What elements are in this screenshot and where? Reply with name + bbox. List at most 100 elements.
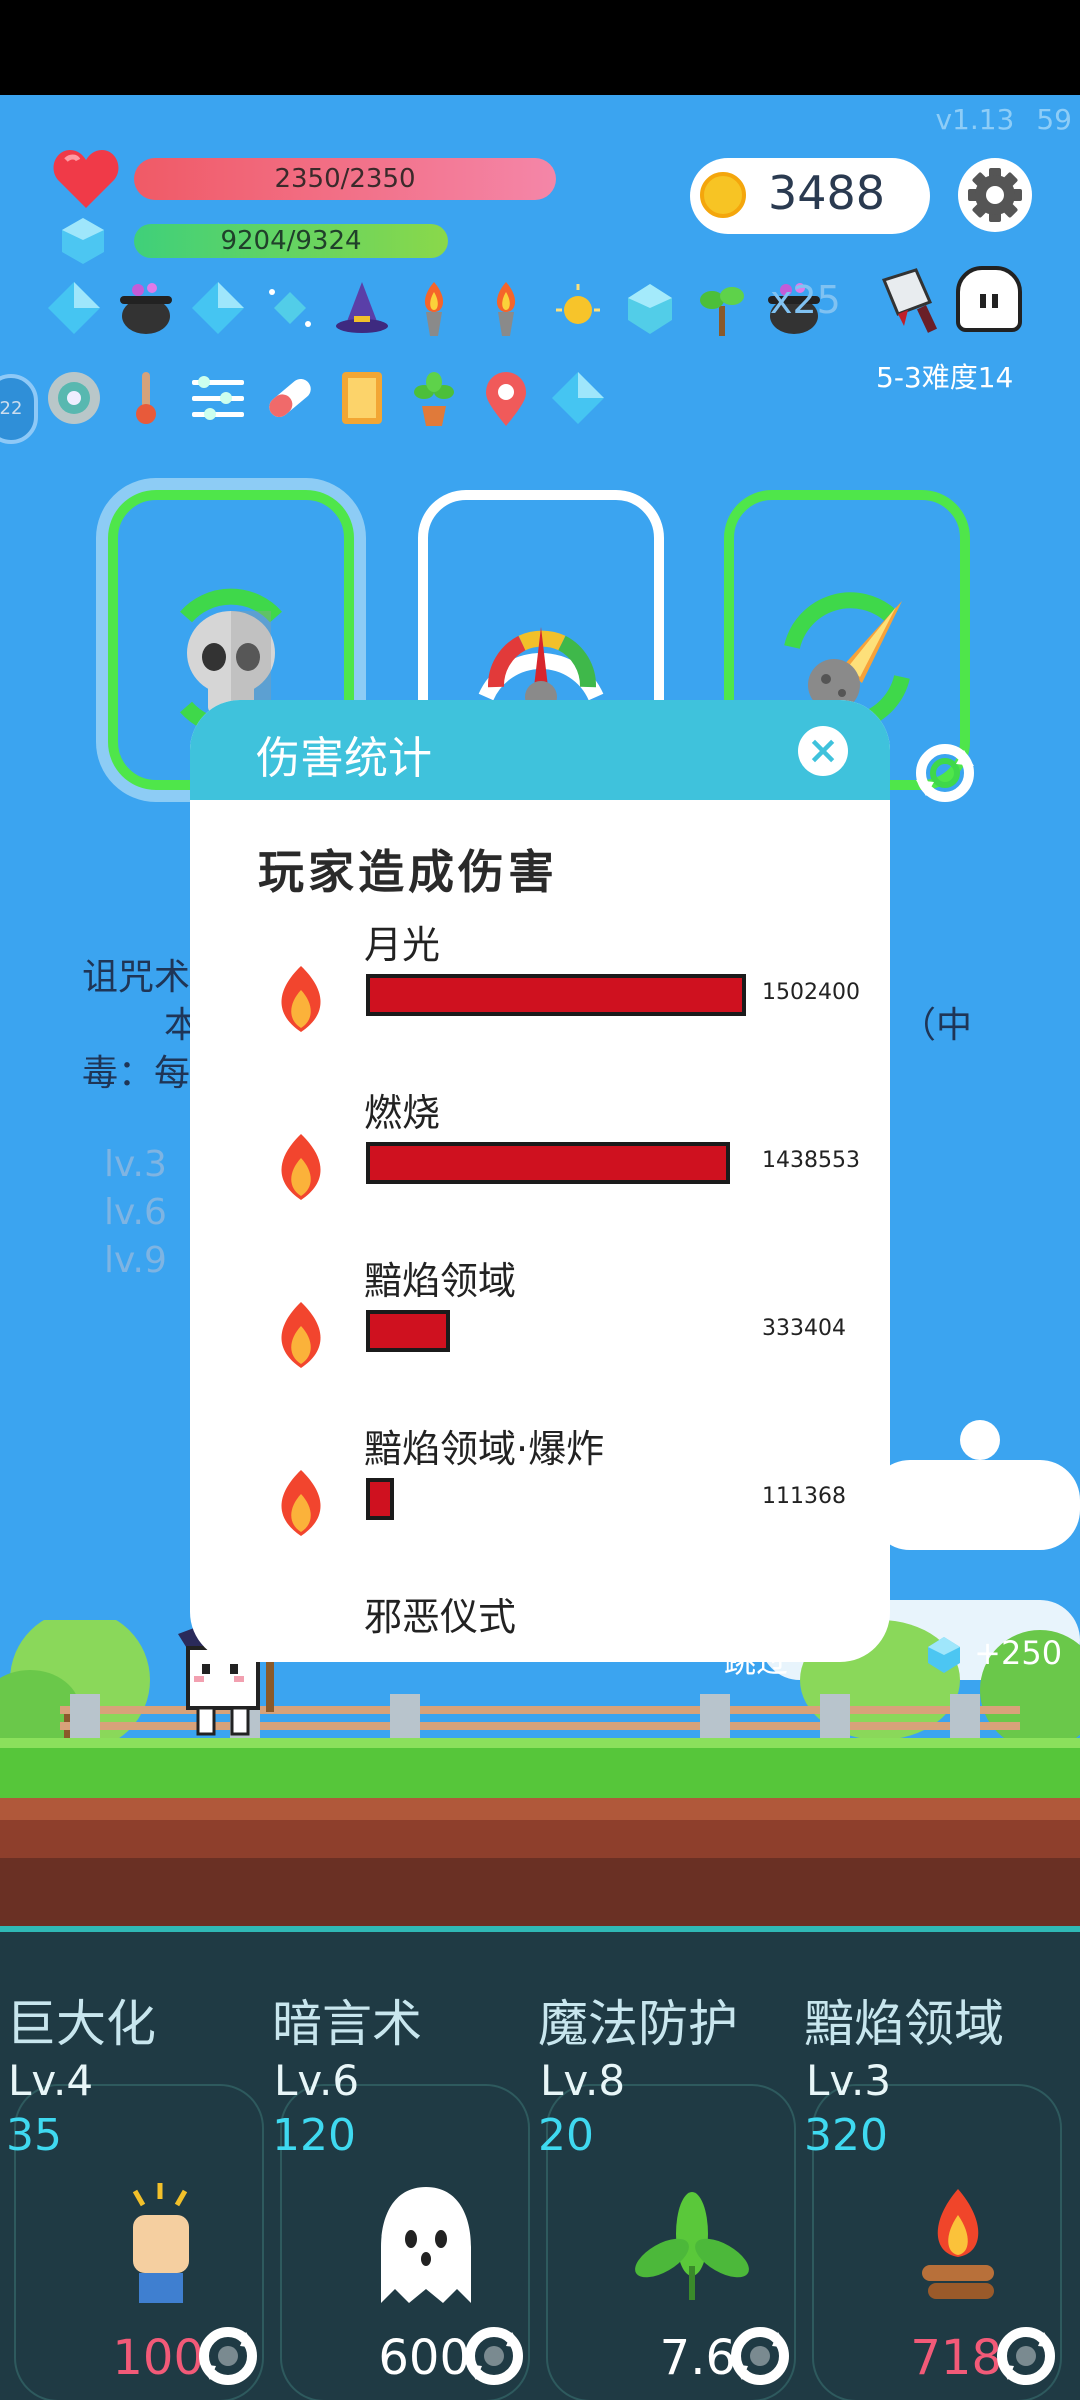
- coin-icon: [700, 172, 746, 218]
- ghost-icon: [366, 2176, 486, 2316]
- damage-value: 1502400: [762, 980, 860, 1005]
- skill-value: 7.6: [659, 2330, 736, 2386]
- skill-value: 718: [910, 2330, 1002, 2386]
- diamond-icon: [542, 362, 614, 434]
- map-pin-icon: [470, 362, 542, 434]
- fist-icon: [100, 2176, 220, 2316]
- cauldron-icon: [110, 272, 182, 344]
- fire-icon: [281, 1134, 321, 1200]
- stack-count: x25: [770, 278, 841, 322]
- campfire-icon: [898, 2176, 1018, 2316]
- close-button[interactable]: ×: [798, 726, 848, 776]
- skill-cost: 20: [538, 2110, 594, 2161]
- buff-row-1: [38, 272, 830, 344]
- target-disc-icon: [38, 362, 110, 434]
- sparkle-gem-icon: [254, 272, 326, 344]
- desc-lv-line: lv.3: [104, 1144, 167, 1185]
- skill-cost: 120: [272, 2110, 356, 2161]
- pill-icon: [254, 362, 326, 434]
- gear-icon[interactable]: [958, 158, 1032, 232]
- skill-level: Lv.3: [806, 2056, 892, 2105]
- panel-header: 伤害统计 ×: [190, 700, 890, 800]
- cleaver-icon: [881, 268, 938, 333]
- desc-lv-line: lv.6: [104, 1192, 167, 1233]
- dirt-ground: [0, 1798, 1080, 1926]
- skill-slot[interactable]: 魔法防护 Lv.8 20 7.6: [532, 1932, 798, 2400]
- fire-icon: [281, 966, 321, 1032]
- panel-title: 伤害统计: [256, 733, 432, 784]
- version-label: v1.13 59: [935, 103, 1072, 136]
- thermometer-icon: [110, 362, 182, 434]
- cloud: [960, 1420, 1000, 1460]
- boss-indicators: [878, 266, 1022, 338]
- sapling-icon: [686, 272, 758, 344]
- sun-orb-icon: [542, 272, 614, 344]
- status-bar-area: [0, 0, 1080, 95]
- damage-source-name: 邪恶仪式: [364, 1595, 517, 1639]
- skill-cost: 35: [6, 2110, 62, 2161]
- skill-value: 100: [112, 2330, 204, 2386]
- desc-line-1: 诅咒术: [82, 957, 191, 998]
- gem-reward-text: +250: [974, 1634, 1063, 1672]
- fire-icon: [281, 1302, 321, 1368]
- upgrade-spinner-icon[interactable]: [196, 2324, 260, 2388]
- damage-bar: [366, 1310, 450, 1352]
- buff-row-2: [38, 362, 614, 434]
- skill-value: 600: [378, 2330, 470, 2386]
- wizard-hat-icon: [326, 272, 398, 344]
- desc-lv-line: lv.9: [104, 1240, 167, 1281]
- skill-level: Lv.8: [540, 2056, 626, 2105]
- heart-icon: [53, 150, 119, 208]
- cloud: [870, 1460, 1080, 1550]
- fps-text: 59: [1036, 103, 1072, 136]
- upgrade-spinner-icon[interactable]: [994, 2324, 1058, 2388]
- coin-value: 3488: [768, 166, 886, 220]
- damage-row: 黯焰领域 333404: [190, 1250, 890, 1418]
- upgrade-spinner-icon[interactable]: [462, 2324, 526, 2388]
- damage-row: 邪恶仪式: [190, 1586, 890, 1662]
- skill-name: 巨大化: [6, 1995, 156, 2053]
- skill-slot[interactable]: 暗言术 Lv.6 120 600: [266, 1932, 532, 2400]
- damage-row: 燃烧 1438553: [190, 1082, 890, 1250]
- version-text: v1.13: [935, 103, 1015, 136]
- desc-line-3: 毒：每: [82, 1053, 191, 1094]
- mana-bar: 9204/9324: [134, 224, 448, 258]
- book-icon: [326, 362, 398, 434]
- skill-name: 魔法防护: [538, 1995, 738, 2053]
- mana-gem-icon: [62, 218, 104, 264]
- diamond-icon: [182, 272, 254, 344]
- fence: [60, 1694, 1020, 1740]
- damage-value: 111368: [762, 1484, 846, 1509]
- skill-cost: 320: [804, 2110, 888, 2161]
- slime-icon: [956, 266, 1022, 332]
- sliders-icon: [182, 362, 254, 434]
- damage-row: 月光 1502400: [190, 914, 890, 1082]
- skill-name: 暗言术: [272, 1995, 422, 2053]
- upgrade-spinner-icon[interactable]: [728, 2324, 792, 2388]
- torch-icon: [398, 272, 470, 344]
- damage-value: 333404: [762, 1316, 846, 1341]
- damage-stats-panel: 伤害统计 × 玩家造成伤害 月光 1502400 燃烧 1438553 黯焰领域 3334…: [190, 700, 890, 1662]
- leaf-icon: [632, 2176, 752, 2316]
- game-screen: v1.13 59 2350/2350 9204/9324 3488 x25 22…: [0, 0, 1080, 2400]
- skill-slot[interactable]: 巨大化 Lv.4 35 100: [0, 1932, 266, 2400]
- panel-subtitle: 玩家造成伤害: [258, 845, 558, 899]
- skill-slot[interactable]: 黯焰领域 Lv.3 320 718: [798, 1932, 1064, 2400]
- refresh-icon[interactable]: [908, 736, 982, 810]
- gem-icon: [928, 1637, 960, 1673]
- round-badge[interactable]: 22: [0, 374, 38, 444]
- damage-bar: [366, 1142, 730, 1184]
- damage-row: 黯焰领域·爆炸 111368: [190, 1418, 890, 1586]
- desc-line-2-right: （中: [900, 1005, 973, 1046]
- skill-level: Lv.4: [8, 2056, 94, 2105]
- diamond-icon: [38, 272, 110, 344]
- potted-plant-icon: [398, 362, 470, 434]
- skill-bar: 巨大化 Lv.4 35 100 暗言术 Lv.6 120 600 魔法防护 Lv…: [0, 1926, 1080, 2400]
- gem-reward: +250: [924, 1634, 1062, 1675]
- ice-crystal-icon: [614, 272, 686, 344]
- damage-source-name: 月光: [364, 923, 441, 967]
- damage-value: 1438553: [762, 1148, 860, 1173]
- hp-bar: 2350/2350: [134, 158, 556, 200]
- skill-name: 黯焰领域: [804, 1995, 1004, 2053]
- fire-icon: [281, 1470, 321, 1536]
